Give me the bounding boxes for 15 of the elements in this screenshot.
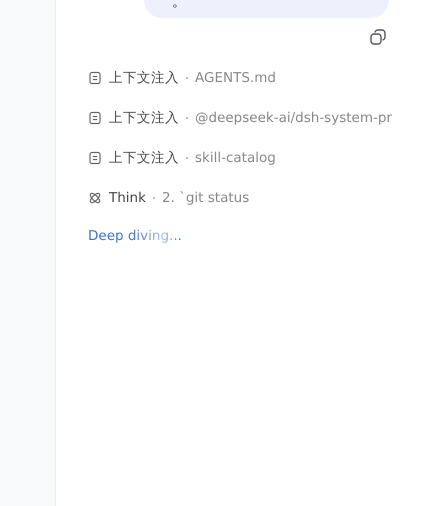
step-label: 上下文注入 — [109, 109, 179, 127]
step-detail: 2. `git status — [162, 190, 250, 206]
step-label: 上下文注入 — [109, 149, 179, 167]
step-detail: @deepseek-ai/dsh-system-pr — [195, 110, 392, 126]
document-icon — [88, 151, 102, 165]
document-icon — [88, 111, 102, 125]
status-text: Deep diving... — [88, 228, 182, 244]
step-detail: AGENTS.md — [195, 70, 276, 86]
step-label: 上下文注入 — [109, 69, 179, 87]
message-text: 。 — [172, 0, 186, 10]
step-label: Think — [109, 190, 146, 206]
document-icon — [88, 71, 102, 85]
step-detail: skill-catalog — [195, 150, 276, 166]
atom-icon — [88, 191, 102, 205]
copy-icon[interactable] — [369, 28, 387, 46]
